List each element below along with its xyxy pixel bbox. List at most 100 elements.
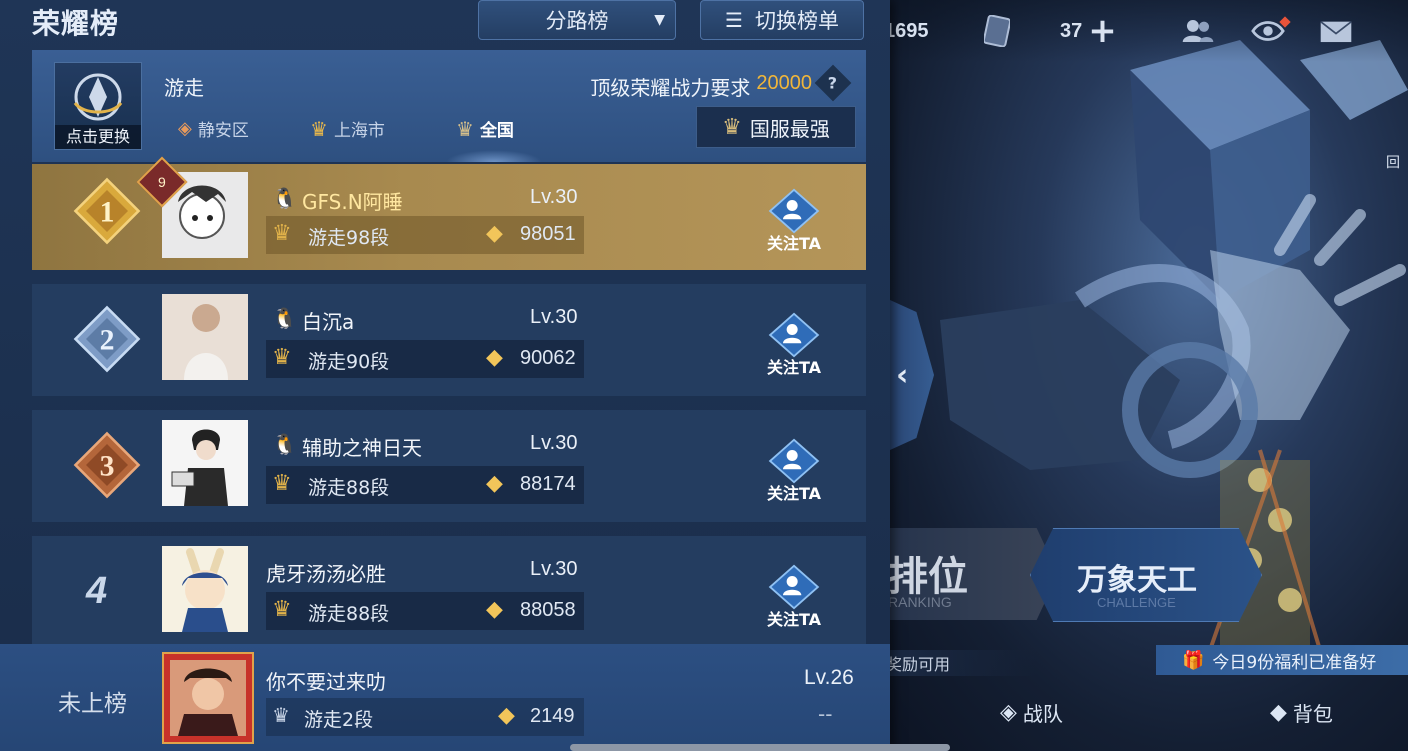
region-tab-district[interactable]: ◈ 静安区 [178, 116, 249, 141]
welfare-banner[interactable]: 🎁 今日9份福利已准备好 [1156, 645, 1408, 675]
chevron-down-icon: ▼ [654, 12, 665, 28]
my-rank-row: 未上榜 你不要过来叻 Lv.26 ♛ 游走2段 ◆ 2149 -- [0, 644, 890, 751]
selected-tab-indicator [446, 150, 542, 162]
follow-button[interactable]: 关注TA [760, 312, 828, 378]
qq-icon: 🐧 [272, 306, 297, 330]
player-tier: 游走90段 [308, 351, 390, 373]
follow-icon [768, 188, 820, 234]
tier-icon: ♛ [272, 597, 292, 622]
challenge-mode-subtitle: CHALLENGE [1097, 595, 1176, 610]
list-icon: ☰ [725, 8, 743, 32]
requirement: 顶级荣耀战力要求 20000 [590, 72, 812, 101]
follow-icon [768, 312, 820, 358]
scroll-indicator[interactable] [570, 744, 950, 751]
power-icon: ◆ [486, 345, 503, 370]
avatar[interactable] [162, 294, 248, 380]
bag-icon: ◆ [1270, 700, 1287, 725]
national-best-button[interactable]: ♛ 国服最强 [696, 106, 856, 148]
tier-icon: ♛ [272, 221, 292, 246]
follow-icon [768, 438, 820, 484]
my-name: 你不要过来叻 [266, 670, 386, 694]
back-label[interactable]: 回 [1386, 152, 1400, 172]
player-name: 白沉a [302, 310, 355, 334]
bag-button[interactable]: ◆ 背包 [1270, 698, 1333, 727]
team-icon: ◈ [1000, 700, 1017, 725]
change-role-label: 点击更换 [55, 125, 141, 149]
player-level: Lv.30 [530, 432, 578, 454]
gift-icon: 🎁 [1182, 649, 1205, 671]
rank-2-badge: 2 [72, 304, 142, 374]
region-tab-city[interactable]: ♛ 上海市 [310, 116, 385, 142]
requirement-value: 20000 [756, 72, 812, 94]
leaderboard-row-1[interactable]: 1 9 🐧 GFS.N阿睡 Lv.30 ♛ 游走98段 ◆ 98051 关注TA [32, 156, 866, 270]
rank-1-badge: 1 [72, 176, 142, 246]
power-icon: ◆ [498, 703, 515, 728]
leaderboard-row-3[interactable]: 3 🐧 辅助之神日天 Lv.30 ♛ 游走88段 ◆ 88174 关注TA [32, 410, 866, 522]
my-avatar[interactable] [162, 652, 254, 744]
chevron-left-icon: ‹ [896, 357, 909, 393]
player-power: 88058 [520, 599, 576, 621]
role-emblem-button[interactable]: 点击更换 [54, 62, 142, 150]
ticket-count: 37 [1060, 19, 1083, 42]
team-label: 战队 [1022, 702, 1063, 726]
power-icon: ◆ [486, 221, 503, 246]
team-button[interactable]: ◈ 战队 [1000, 698, 1063, 727]
switch-list-label: 切换榜单 [754, 9, 839, 33]
role-header: 点击更换 游走 顶级荣耀战力要求 20000 ? ◈ 静安区 ♛ 上海市 ♛ 全… [32, 50, 866, 162]
leaderboard-row-4[interactable]: 4 虎牙汤汤必胜 Lv.30 ♛ 游走88段 ◆ 88058 关注TA [32, 536, 866, 648]
player-tier: 游走88段 [308, 603, 390, 625]
player-level: Lv.30 [530, 306, 578, 328]
city-badge-icon: ♛ [310, 116, 328, 141]
welfare-text: 今日9份福利已准备好 [1212, 652, 1377, 673]
switch-list-button[interactable]: ☰ 切换榜单 [700, 0, 864, 40]
support-role-icon [73, 73, 123, 121]
player-tier: 游走88段 [308, 477, 390, 499]
crown-icon: ♛ [722, 114, 742, 140]
region-tab-national[interactable]: ♛ 全国 [456, 116, 514, 142]
rank-2-number: 2 [100, 324, 115, 357]
challenge-mode-title: 万象天工 [1077, 563, 1197, 598]
mail-icon[interactable] [1319, 16, 1353, 46]
stat-bar: ♛ 游走88段 ◆ 88058 [266, 592, 584, 630]
my-rank-placeholder: -- [818, 702, 833, 726]
bag-label: 背包 [1292, 702, 1333, 726]
player-power: 90062 [520, 347, 576, 369]
help-icon[interactable]: ? [814, 64, 852, 102]
player-name: GFS.N阿睡 [302, 190, 403, 214]
route-dropdown[interactable]: 分路榜 ▼ [478, 0, 676, 40]
qq-icon: 🐧 [272, 432, 297, 456]
reward-hint: 奖励可用 [880, 650, 1036, 676]
card-icon[interactable] [980, 15, 1014, 47]
avatar[interactable] [162, 420, 248, 506]
tier-icon: ♛ [272, 345, 292, 370]
player-name: 虎牙汤汤必胜 [266, 562, 386, 586]
player-name: 辅助之神日天 [302, 436, 422, 460]
coin-count: 1695 [884, 19, 929, 42]
qq-icon: 🐧 [272, 186, 297, 210]
add-icon[interactable]: + [1088, 11, 1117, 51]
rank-3-badge: 3 [72, 430, 142, 500]
national-badge-icon: ♛ [456, 116, 474, 141]
spectate-icon[interactable] [1250, 16, 1291, 46]
my-stat-bar: ♛ 游走2段 ◆ 2149 [266, 698, 584, 736]
tier-icon: ♛ [272, 471, 292, 496]
game-lobby-background: ‹ 排位 RANKING 万象天工 CHALLENGE 奖励可用 🎁 今日9份福… [880, 0, 1408, 751]
friends-icon[interactable] [1181, 16, 1215, 46]
top-status-bar: 1695 37 + [880, 0, 1408, 62]
follow-button[interactable]: 关注TA [760, 438, 828, 504]
my-level: Lv.26 [804, 666, 854, 689]
follow-button[interactable]: 关注TA [760, 188, 828, 254]
follow-button[interactable]: 关注TA [760, 564, 828, 630]
avatar[interactable] [162, 546, 248, 632]
stat-bar: ♛ 游走88段 ◆ 88174 [266, 466, 584, 504]
district-badge-icon: ◈ [178, 118, 192, 139]
my-power: 2149 [530, 705, 575, 727]
challenge-mode-card[interactable]: 万象天工 CHALLENGE [1030, 528, 1262, 622]
hero-artwork [940, 40, 1408, 660]
my-tier: 游走2段 [304, 709, 374, 731]
player-level: Lv.30 [530, 186, 578, 208]
stat-bar: ♛ 游走90段 ◆ 90062 [266, 340, 584, 378]
player-power: 88174 [520, 473, 576, 495]
leaderboard-row-2[interactable]: 2 🐧 白沉a Lv.30 ♛ 游走90段 ◆ 90062 关注TA [32, 284, 866, 396]
power-icon: ◆ [486, 471, 503, 496]
